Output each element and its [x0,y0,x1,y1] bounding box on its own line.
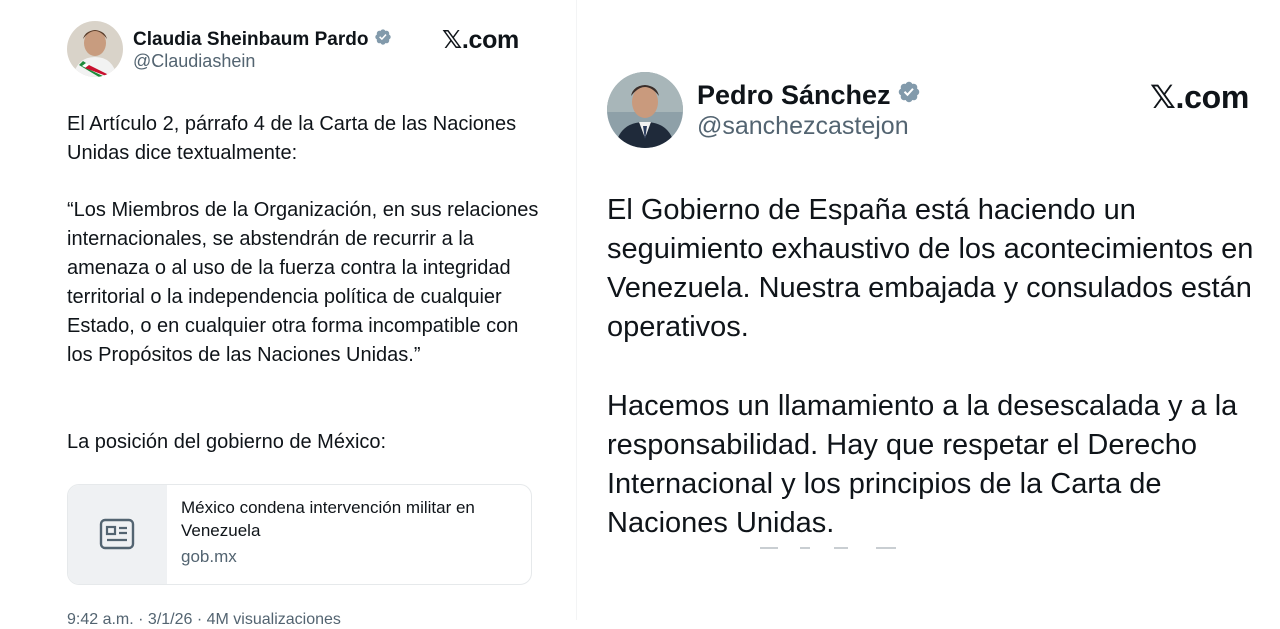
author-name[interactable]: Pedro Sánchez [697,80,891,111]
x-com-logo: 𝕏.com [442,26,519,54]
tweet-quote-paragraph: “Los Miembros de la Organización, en sus… [67,199,539,366]
avatar[interactable] [67,21,123,77]
tweet-timestamp[interactable]: 9:42 a.m. · 3/1/26 · 4M visualizaciones [67,611,341,629]
author-name[interactable]: Claudia Sheinbaum Pardo [133,29,368,51]
link-card-domain[interactable]: gob.mx [181,547,237,567]
verified-badge-icon [897,80,921,111]
link-preview-card[interactable]: México condena intervención militar en V… [67,484,532,585]
author-handle[interactable]: @Claudiashein [133,51,255,72]
avatar[interactable] [607,72,683,148]
author-handle[interactable]: @sanchezcastejon [697,112,909,141]
link-thumbnail [68,485,167,584]
article-icon [99,518,135,550]
x-com-logo: 𝕏.com [1150,79,1249,115]
author-name-row[interactable]: Pedro Sánchez [697,80,921,111]
tweet-paragraph: La posición del gobierno de México: [67,431,387,453]
cropped-text-fragment [760,547,896,549]
link-card-title[interactable]: México condena intervención militar en V… [181,496,521,542]
author-name-row[interactable]: Claudia Sheinbaum Pardo [133,28,392,52]
verified-badge-icon [374,28,392,52]
tweet-paragraph: El Artículo 2, párrafo 4 de la Carta de … [67,113,517,164]
screenshot-divider [576,0,577,620]
tweet-paragraph: Hacemos un llamamiento a la desescalada … [607,390,1238,539]
tweet-paragraph: El Gobierno de España está haciendo un s… [607,194,1254,343]
